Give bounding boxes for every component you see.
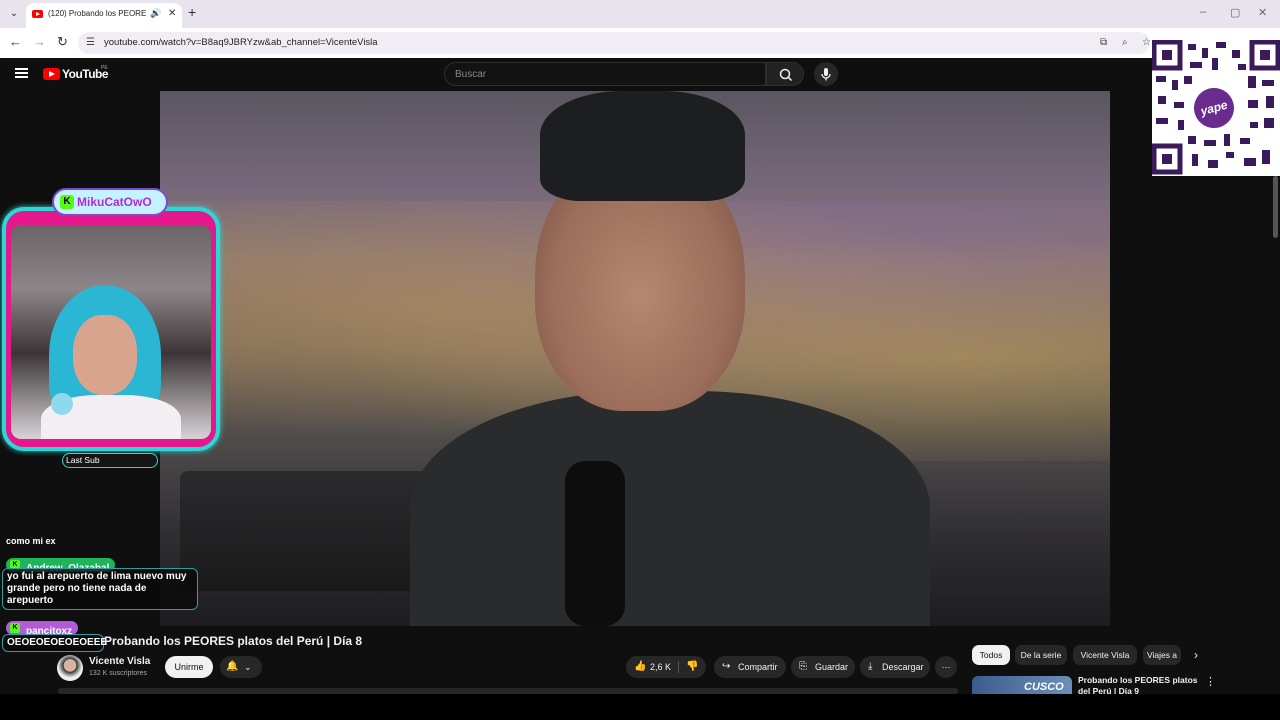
notification-bell-button[interactable]: 🔔 ⌄	[220, 656, 262, 678]
more-actions-button[interactable]: ⋯	[935, 656, 957, 678]
more-icon: ⋯	[941, 662, 951, 672]
microphone-icon	[821, 68, 831, 81]
share-button[interactable]: ↪ Compartir	[714, 656, 786, 678]
speaker-icon[interactable]: 🔊	[150, 8, 161, 19]
youtube-logo-icon[interactable]	[43, 68, 60, 80]
more-vertical-icon[interactable]: ⋮	[1205, 675, 1216, 688]
streamer-face	[73, 315, 137, 395]
download-icon: ⤓	[868, 661, 873, 672]
chevron-right-icon[interactable]: ›	[1194, 648, 1198, 662]
forward-icon[interactable]: →	[33, 35, 46, 49]
zoom-icon[interactable]: ⌕	[1122, 37, 1128, 48]
search-placeholder: Buscar	[455, 69, 487, 80]
tab-search-icon[interactable]: ⌄	[6, 6, 22, 22]
tab-title: (120) Probando los PEORES platos del Per…	[48, 9, 146, 18]
divider	[678, 661, 679, 673]
chat-message-text: yo fui al arepuerto de lima nuevo muy gr…	[7, 571, 187, 606]
url-field[interactable]: ☰ youtube.com/watch?v=B8aq9JBRYzw&ab_cha…	[78, 32, 1151, 54]
new-tab-icon[interactable]: +	[188, 5, 196, 19]
like-count[interactable]: 2,6 K	[650, 656, 671, 678]
download-label: Descargar	[882, 662, 924, 672]
maximize-icon[interactable]: ▢	[1230, 6, 1240, 19]
recommended-video-thumbnail[interactable]: CUSCO	[972, 676, 1072, 694]
kick-logo-icon: K	[60, 195, 74, 209]
video-title: Probando los PEORES platos del Perú | Dí…	[104, 634, 363, 648]
dislike-icon[interactable]: 👎	[686, 656, 698, 678]
chat-message: OEOEOEOEOEOEEE	[2, 634, 108, 652]
window-close-icon[interactable]: ✕	[1258, 6, 1267, 19]
thumbnail-text: CUSCO	[1024, 681, 1064, 693]
close-icon[interactable]: ✕	[168, 8, 176, 19]
video-person-body	[410, 391, 930, 626]
bell-icon: 🔔	[226, 661, 239, 672]
share-label: Compartir	[738, 662, 778, 672]
video-sunglasses	[565, 461, 625, 626]
video-person-cap	[540, 91, 745, 201]
save-button[interactable]: ⎘ Guardar	[791, 656, 855, 678]
chip-series[interactable]: De la serie	[1015, 645, 1067, 665]
url-text: youtube.com/watch?v=B8aq9JBRYzw&ab_chann…	[104, 37, 378, 48]
channel-avatar[interactable]	[57, 655, 83, 681]
streamer-webcam	[11, 225, 211, 439]
youtube-favicon-icon	[32, 10, 43, 18]
chat-username-badge: K pancitoxz	[6, 621, 79, 637]
bookmark-icon: ⎘	[799, 661, 807, 672]
chip-channel[interactable]: Vicente Visla	[1073, 645, 1137, 665]
chat-message-clipped: como mi ex	[2, 533, 68, 545]
chat-message: yo fui al arepuerto de lima nuevo muy gr…	[2, 568, 198, 610]
cast-icon[interactable]: ⧉	[1100, 37, 1107, 48]
site-info-icon[interactable]: ☰	[86, 37, 95, 48]
kick-logo-icon: K	[10, 623, 20, 633]
bottom-black-bar	[0, 694, 1280, 720]
subscriber-count: 132 K suscriptores	[89, 670, 147, 677]
download-button[interactable]: ⤓ Descargar	[860, 656, 930, 678]
video-player[interactable]	[160, 91, 1110, 626]
search-button[interactable]	[766, 62, 804, 86]
like-icon[interactable]: 👍	[634, 656, 646, 678]
back-icon[interactable]: ←	[9, 35, 22, 49]
youtube-header: YouTube PE Buscar	[0, 58, 1280, 91]
browser-tab[interactable]: (120) Probando los PEORES platos del Per…	[26, 3, 182, 28]
minimize-icon[interactable]: –	[1200, 6, 1206, 18]
channel-name[interactable]: Vicente Visla	[89, 656, 150, 667]
voice-search-button[interactable]	[814, 62, 838, 86]
like-dislike-group: 👍 2,6 K 👎	[626, 656, 706, 678]
save-label: Guardar	[815, 662, 849, 672]
chevron-down-icon: ⌄	[244, 662, 252, 672]
reload-icon[interactable]: ↻	[57, 35, 68, 49]
join-button[interactable]: Unirme	[165, 656, 213, 678]
menu-icon[interactable]	[15, 68, 28, 78]
last-sub-label: Last Sub	[66, 455, 100, 465]
bookmark-star-icon[interactable]: ☆	[1142, 37, 1151, 48]
share-icon: ↪	[722, 661, 731, 672]
chip-all[interactable]: Todos	[972, 645, 1010, 665]
last-sub-widget: Last Sub	[62, 453, 158, 468]
address-bar-row: ← → ↻ ☰ youtube.com/watch?v=B8aq9JBRYzw&…	[0, 28, 1280, 58]
page-scrollbar[interactable]	[1273, 176, 1278, 238]
streamer-name: MikuCatOwO	[77, 195, 152, 209]
browser-tab-bar: ⌄ (120) Probando los PEORES platos del P…	[0, 0, 1280, 28]
streamer-webcam-frame	[2, 207, 220, 451]
search-input[interactable]: Buscar	[444, 62, 766, 86]
streamer-microphone	[51, 393, 73, 415]
chat-message-text: como mi ex	[6, 536, 56, 545]
yape-qr-code: yape	[1152, 40, 1280, 176]
streamer-name-badge: K MikuCatOwO	[52, 188, 168, 216]
country-code: PE	[101, 65, 108, 71]
search-icon	[779, 68, 793, 82]
chip-travel[interactable]: Viajes a	[1143, 645, 1181, 665]
recommended-video-title[interactable]: Probando los PEORES platos del Perú | Dí…	[1078, 675, 1198, 694]
chat-message-text: OEOEOEOEOEOEEE	[7, 637, 108, 648]
